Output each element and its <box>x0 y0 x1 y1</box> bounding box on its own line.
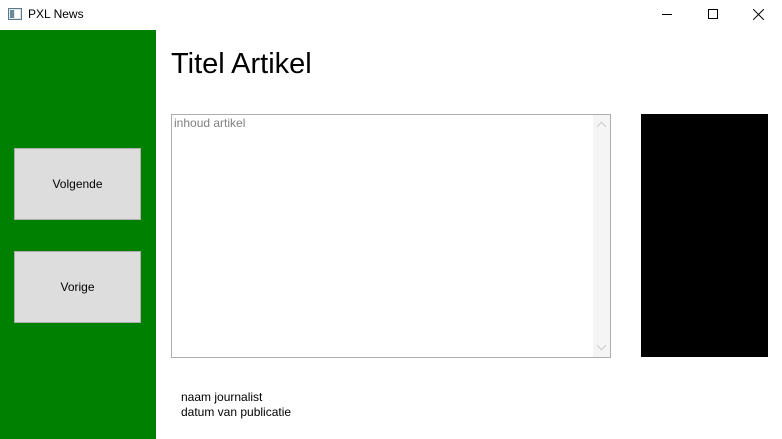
article-content-text: inhoud artikel <box>174 116 246 130</box>
maximize-icon <box>708 9 718 19</box>
publication-date: datum van publicatie <box>181 405 292 419</box>
scroll-up-icon[interactable] <box>596 121 607 132</box>
maximize-button[interactable] <box>690 0 736 30</box>
minimize-button[interactable] <box>644 0 690 30</box>
title-bar[interactable]: PXL News <box>0 0 782 30</box>
scroll-down-icon[interactable] <box>596 340 607 351</box>
window-title: PXL News <box>28 7 84 21</box>
close-icon <box>753 8 765 20</box>
minimize-icon <box>662 14 672 15</box>
article-content-textbox[interactable]: inhoud artikel <box>171 114 611 358</box>
content-scrollbar[interactable] <box>593 115 610 357</box>
journalist-name: naam journalist <box>181 390 263 404</box>
close-button[interactable] <box>736 0 782 30</box>
app-window-icon <box>8 8 22 20</box>
previous-button[interactable]: Vorige <box>14 251 141 323</box>
article-title: Titel Artikel <box>171 48 312 80</box>
sidebar: Volgende Vorige <box>0 30 156 439</box>
app-window: PXL News Volgende Vorige Titel Artikel i… <box>0 0 782 439</box>
article-image <box>641 114 768 357</box>
next-button[interactable]: Volgende <box>14 148 141 220</box>
